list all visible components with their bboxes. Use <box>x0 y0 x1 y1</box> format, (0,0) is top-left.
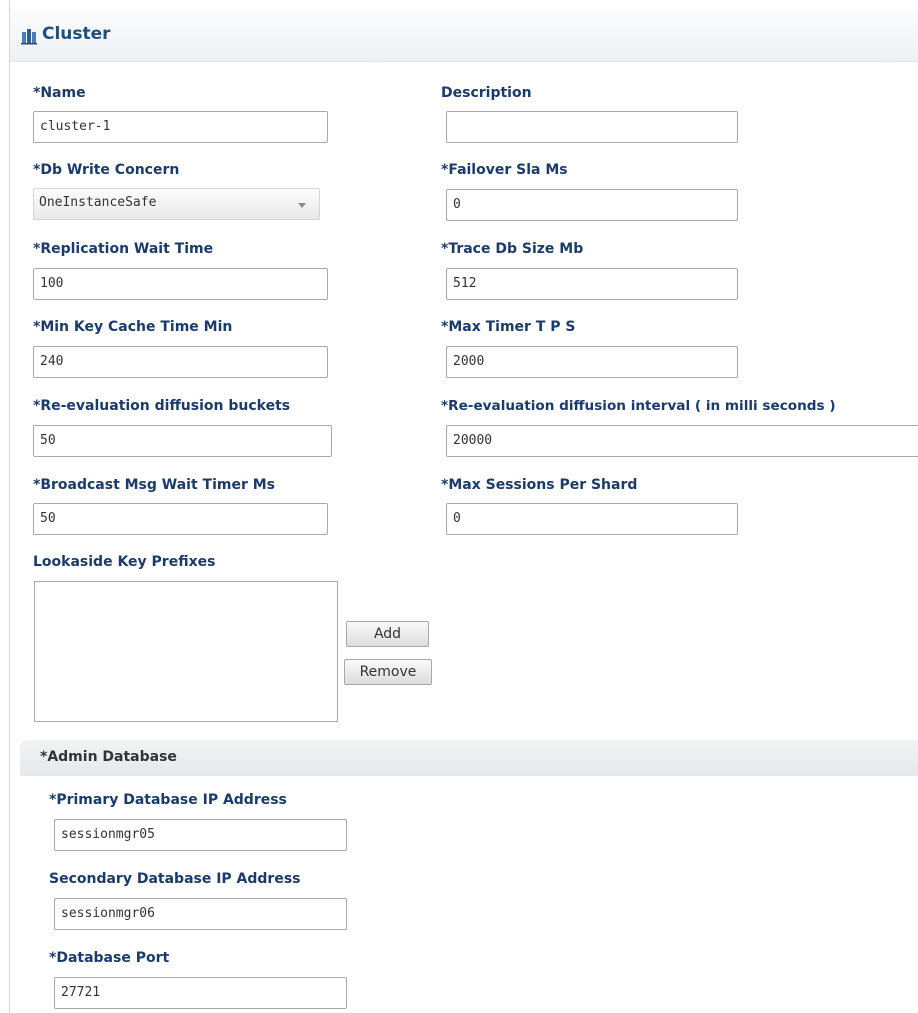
min-key-cache-time-label: *Min Key Cache Time Min <box>33 319 233 335</box>
trace-db-size-input[interactable]: 512 <box>446 268 738 300</box>
max-sessions-per-shard-label: *Max Sessions Per Shard <box>441 477 638 493</box>
name-input[interactable]: cluster-1 <box>33 111 328 143</box>
lookaside-label: Lookaside Key Prefixes <box>33 554 216 570</box>
page-left-border <box>9 0 10 1013</box>
admin-database-title: *Admin Database <box>40 749 177 765</box>
db-write-concern-value: OneInstanceSafe <box>39 195 157 210</box>
name-label: *Name <box>33 85 86 101</box>
secondary-db-ip-input[interactable]: sessionmgr06 <box>54 898 347 930</box>
reeval-buckets-label: *Re-evaluation diffusion buckets <box>33 398 291 414</box>
description-label: Description <box>441 85 532 101</box>
db-write-concern-label: *Db Write Concern <box>33 162 180 178</box>
failover-sla-input[interactable]: 0 <box>446 189 738 221</box>
db-write-concern-select[interactable]: OneInstanceSafe <box>33 188 320 220</box>
min-key-cache-time-input[interactable]: 240 <box>33 346 328 378</box>
reeval-buckets-input[interactable]: 50 <box>33 425 332 457</box>
replication-wait-time-label: *Replication Wait Time <box>33 241 214 257</box>
reeval-interval-label: *Re-evaluation diffusion interval ( in m… <box>441 398 836 414</box>
add-button[interactable]: Add <box>346 621 429 647</box>
primary-db-ip-label: *Primary Database IP Address <box>49 792 287 808</box>
remove-button[interactable]: Remove <box>344 659 432 685</box>
broadcast-wait-timer-label: *Broadcast Msg Wait Timer Ms <box>33 477 276 493</box>
lookaside-listbox[interactable] <box>34 581 338 722</box>
secondary-db-ip-label: Secondary Database IP Address <box>49 871 301 887</box>
primary-db-ip-input[interactable]: sessionmgr05 <box>54 819 347 851</box>
cluster-icon <box>21 29 37 45</box>
reeval-interval-input[interactable]: 20000 <box>446 425 918 457</box>
description-input[interactable] <box>446 111 738 143</box>
db-port-input[interactable]: 27721 <box>54 977 347 1009</box>
broadcast-wait-timer-input[interactable]: 50 <box>33 503 328 535</box>
page-title: Cluster <box>42 24 111 44</box>
max-sessions-per-shard-input[interactable]: 0 <box>446 503 738 535</box>
db-port-label: *Database Port <box>49 950 170 966</box>
admin-database-section-header: *Admin Database <box>20 740 918 776</box>
failover-sla-label: *Failover Sla Ms <box>441 162 568 178</box>
max-timer-tps-input[interactable]: 2000 <box>446 346 738 378</box>
panel-header: Cluster <box>10 9 918 62</box>
replication-wait-time-input[interactable]: 100 <box>33 268 328 300</box>
max-timer-tps-label: *Max Timer T P S <box>441 319 576 335</box>
chevron-down-icon <box>298 203 306 208</box>
trace-db-size-label: *Trace Db Size Mb <box>441 241 584 257</box>
